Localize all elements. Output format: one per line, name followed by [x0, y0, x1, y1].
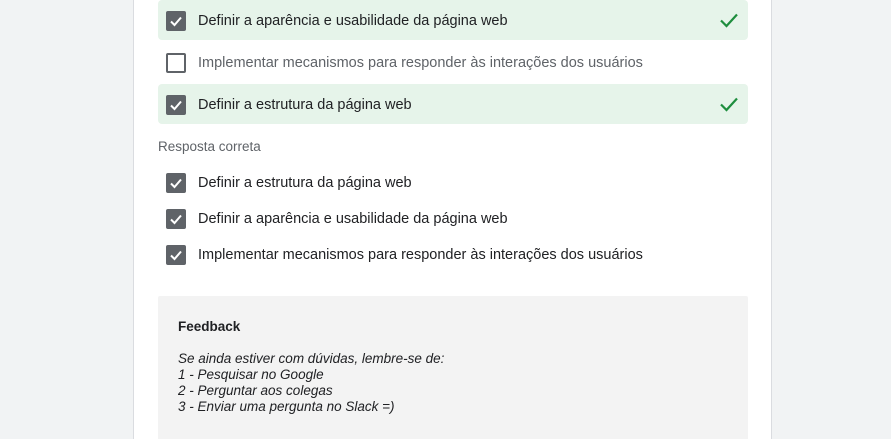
correct-answer-label: Definir a aparência e usabilidade da pág… — [198, 211, 508, 227]
correct-answer-label: Definir a estrutura da página web — [198, 175, 412, 191]
correct-answer-heading: Resposta correta — [158, 139, 261, 154]
correct-check-icon — [720, 97, 738, 112]
checked-checkbox — [166, 173, 186, 193]
feedback-title: Feedback — [178, 319, 241, 334]
feedback-line: 1 - Pesquisar no Google — [178, 367, 324, 382]
response-option-3: Definir a estrutura da página web — [158, 84, 748, 124]
correct-answer-item-3: Implementar mecanismos para responder às… — [158, 234, 748, 274]
response-option-2: Implementar mecanismos para responder às… — [158, 42, 748, 82]
feedback-line: 2 - Perguntar aos colegas — [178, 383, 333, 398]
checked-checkbox — [166, 245, 186, 265]
checked-checkbox — [166, 95, 186, 115]
correct-answer-item-1: Definir a estrutura da página web — [158, 162, 748, 202]
correct-check-icon — [720, 13, 738, 28]
check-icon — [170, 100, 182, 111]
check-icon — [170, 16, 182, 27]
feedback-line: 3 - Enviar uma pergunta no Slack =) — [178, 399, 395, 414]
unchecked-checkbox — [166, 53, 186, 73]
response-option-1: Definir a aparência e usabilidade da pág… — [158, 0, 748, 40]
page: Definir a aparência e usabilidade da pág… — [0, 0, 891, 439]
check-icon — [170, 178, 182, 189]
feedback-text: Se ainda estiver com dúvidas, lembre-se … — [178, 351, 444, 415]
correct-answer-item-2: Definir a aparência e usabilidade da pág… — [158, 198, 748, 238]
checked-checkbox — [166, 209, 186, 229]
feedback-line: Se ainda estiver com dúvidas, lembre-se … — [178, 351, 445, 366]
feedback-box: Feedback Se ainda estiver com dúvidas, l… — [158, 296, 748, 439]
question-card: Definir a aparência e usabilidade da pág… — [133, 0, 772, 439]
check-icon — [170, 250, 182, 261]
check-icon — [170, 214, 182, 225]
checked-checkbox — [166, 11, 186, 31]
option-label: Definir a estrutura da página web — [198, 97, 412, 113]
option-label: Implementar mecanismos para responder às… — [198, 55, 643, 71]
option-label: Definir a aparência e usabilidade da pág… — [198, 13, 508, 29]
correct-answer-label: Implementar mecanismos para responder às… — [198, 247, 643, 263]
